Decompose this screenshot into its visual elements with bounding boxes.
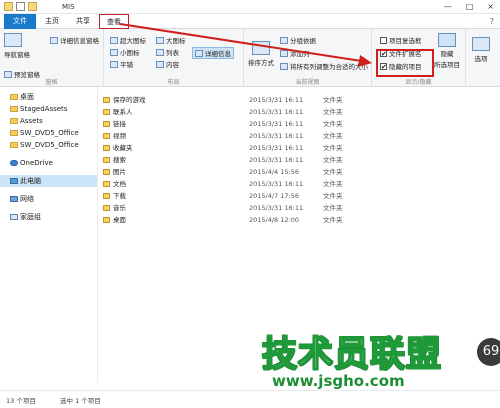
nav-item-office-2[interactable]: SW_DVD5_Office bbox=[0, 139, 97, 151]
folder-icon bbox=[103, 121, 110, 127]
list-icon bbox=[156, 48, 164, 56]
nav-item-network[interactable]: 网络 bbox=[0, 193, 97, 205]
folder-icon bbox=[10, 118, 18, 124]
details-pane-icon bbox=[50, 36, 58, 44]
checkbox-unchecked[interactable] bbox=[380, 36, 387, 44]
show-hide-group-label: 显示/隐藏 bbox=[405, 79, 432, 86]
extra-large-icons-button[interactable]: 超大图标 bbox=[110, 35, 146, 45]
nav-item-office-1[interactable]: SW_DVD5_Office bbox=[0, 127, 97, 139]
folder-icon bbox=[103, 109, 110, 115]
window-title: MIS bbox=[62, 3, 75, 11]
folder-icon bbox=[103, 181, 110, 187]
layout-group-label: 布局 bbox=[167, 79, 180, 86]
close-button[interactable]: × bbox=[487, 2, 494, 11]
properties-icon[interactable] bbox=[16, 2, 25, 11]
content-view-button[interactable]: 内容 bbox=[156, 59, 179, 69]
tab-home[interactable]: 主页 bbox=[37, 14, 67, 29]
watermark-logo: 技术员联盟 bbox=[261, 334, 443, 376]
list-view-button[interactable]: 列表 bbox=[156, 47, 179, 57]
details-view-button[interactable]: 详细信息 bbox=[192, 47, 234, 59]
content-icon bbox=[156, 60, 164, 68]
details-icon bbox=[195, 49, 203, 57]
hide-selected-icon bbox=[438, 33, 456, 47]
sort-by-button[interactable]: 排序方式 bbox=[248, 41, 274, 67]
homegroup-icon bbox=[10, 214, 18, 220]
network-icon bbox=[10, 196, 18, 202]
highlight-box bbox=[376, 49, 434, 77]
options-icon bbox=[472, 37, 490, 51]
group-by-icon bbox=[280, 36, 288, 44]
details-pane-button[interactable]: 详细信息窗格 bbox=[50, 35, 99, 45]
current-view-group-label: 当前视图 bbox=[295, 79, 320, 86]
nav-pane-icon bbox=[4, 33, 22, 47]
size-columns-icon bbox=[280, 62, 288, 70]
folder-icon bbox=[10, 130, 18, 136]
large-icons-icon bbox=[156, 36, 164, 44]
panes-group: 导航窗格 预览窗格 详细信息窗格 窗格 bbox=[0, 29, 104, 87]
sort-icon bbox=[252, 41, 270, 55]
ribbon-tabs: 文件 主页 共享 查看 ? bbox=[0, 14, 500, 29]
computer-icon bbox=[10, 178, 18, 184]
selected-count: 选中 1 个项目 bbox=[60, 397, 101, 405]
nav-pane-button[interactable]: 导航窗格 bbox=[4, 33, 30, 59]
folder-icon bbox=[10, 142, 18, 148]
title-bar: MIS — □ × bbox=[0, 0, 500, 14]
cloud-icon bbox=[10, 160, 18, 166]
watermark-url: www.jsgho.com bbox=[272, 372, 405, 390]
small-icons-button[interactable]: 小图标 bbox=[110, 47, 140, 57]
quick-access-toolbar bbox=[4, 2, 37, 11]
tiles-button[interactable]: 平铺 bbox=[110, 59, 133, 69]
size-columns-button[interactable]: 将所有列调整为合适的大小 bbox=[280, 61, 368, 71]
folder-icon bbox=[103, 169, 110, 175]
nav-item-assets[interactable]: Assets bbox=[0, 115, 97, 127]
folder-icon bbox=[10, 106, 18, 112]
ribbon: 导航窗格 预览窗格 详细信息窗格 窗格 超大图标 大图标 小图标 列表 详细信息… bbox=[0, 29, 500, 87]
folder-icon bbox=[4, 2, 13, 11]
layout-group: 超大图标 大图标 小图标 列表 详细信息 平铺 内容 布局 bbox=[104, 29, 244, 87]
nav-item-desktop[interactable]: 桌面 bbox=[0, 91, 97, 103]
add-columns-icon bbox=[280, 49, 288, 57]
folder-icon bbox=[103, 133, 110, 139]
tab-share[interactable]: 共享 bbox=[68, 14, 98, 29]
hide-selected-button[interactable]: 隐藏 所选项目 bbox=[434, 33, 460, 69]
maximize-button[interactable]: □ bbox=[466, 2, 474, 11]
folder-icon bbox=[103, 205, 110, 211]
options-group: 选项 bbox=[466, 29, 500, 87]
tab-file[interactable]: 文件 bbox=[4, 14, 36, 29]
item-checkboxes-toggle[interactable]: 项目复选框 bbox=[380, 35, 422, 45]
folder-icon bbox=[103, 97, 110, 103]
nav-item-homegroup[interactable]: 家庭组 bbox=[0, 211, 97, 223]
status-bar: 13 个项目 选中 1 个项目 bbox=[0, 390, 500, 408]
folder-icon bbox=[103, 217, 110, 223]
tab-view[interactable]: 查看 bbox=[99, 14, 129, 29]
nav-item-stagedassets[interactable]: StagedAssets bbox=[0, 103, 97, 115]
small-icons-icon bbox=[110, 48, 118, 56]
nav-item-onedrive[interactable]: OneDrive bbox=[0, 157, 97, 169]
navigation-pane: 桌面 StagedAssets Assets SW_DVD5_Office SW… bbox=[0, 87, 98, 383]
folder-icon bbox=[10, 94, 18, 100]
new-folder-icon[interactable] bbox=[28, 2, 37, 11]
add-columns-button[interactable]: 添加列 bbox=[280, 48, 310, 58]
folder-icon bbox=[103, 157, 110, 163]
help-icon[interactable]: ? bbox=[490, 17, 494, 26]
item-count: 13 个项目 bbox=[6, 397, 36, 405]
panes-group-label: 窗格 bbox=[45, 79, 58, 86]
large-icons-button[interactable]: 大图标 bbox=[156, 35, 186, 45]
nav-item-this-pc[interactable]: 此电脑 bbox=[0, 175, 97, 187]
corner-badge: 69 bbox=[477, 338, 500, 366]
group-by-button[interactable]: 分组依据 bbox=[280, 35, 316, 45]
options-button[interactable]: 选项 bbox=[472, 37, 490, 63]
extra-large-icons-icon bbox=[110, 36, 118, 44]
folder-icon bbox=[103, 145, 110, 151]
minimize-button[interactable]: — bbox=[444, 2, 452, 11]
current-view-group: 排序方式 分组依据 添加列 将所有列调整为合适的大小 当前视图 bbox=[244, 29, 372, 87]
tiles-icon bbox=[110, 60, 118, 68]
folder-icon bbox=[103, 193, 110, 199]
